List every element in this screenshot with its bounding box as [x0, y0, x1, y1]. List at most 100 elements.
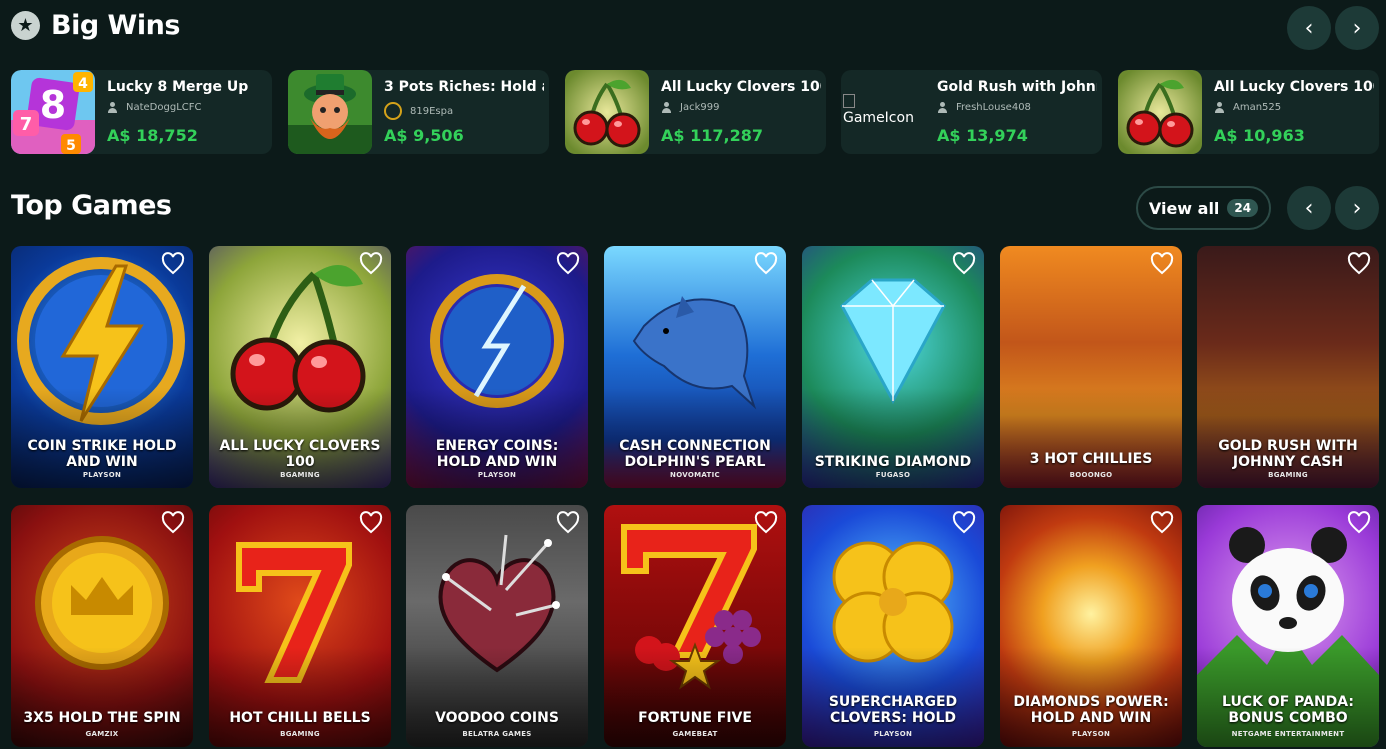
game-thumbnail: 8 7 4 5 [11, 70, 95, 154]
game-tile-energy-coins[interactable]: ENERGY COINS: HOLD AND WIN PLAYSON [406, 246, 588, 488]
heart-outline-icon[interactable] [1150, 252, 1174, 276]
win-username: FreshLouse408 [956, 102, 1031, 113]
big-win-card[interactable]: 3 Pots Riches: Hold an 819Espa A$ 9,506 [288, 70, 549, 154]
win-game-name: Lucky 8 Merge Up [107, 79, 249, 95]
big-win-card[interactable]: All Lucky Clovers 100 Jack999 A$ 117,287 [565, 70, 826, 154]
user-icon [661, 102, 672, 113]
game-thumbnail: GameIcon [841, 70, 925, 154]
user-icon [937, 102, 948, 113]
game-provider: BGAMING [280, 730, 320, 738]
game-thumbnail [1118, 70, 1202, 154]
game-title: SUPERCHARGED CLOVERS: HOLD [828, 694, 958, 726]
game-provider: BGAMING [1268, 471, 1308, 479]
top-games-next-button[interactable]: › [1335, 186, 1379, 230]
svg-text:5: 5 [66, 138, 76, 154]
game-title: STRIKING DIAMOND [814, 454, 972, 470]
win-user: Aman525 [1214, 102, 1281, 113]
view-all-button[interactable]: View all 24 [1136, 186, 1271, 230]
heart-outline-icon[interactable] [1347, 252, 1371, 276]
chevron-right-icon: › [1352, 15, 1362, 41]
game-tile-coin-strike[interactable]: COIN STRIKE HOLD AND WIN PLAYSON [11, 246, 193, 488]
user-icon [1214, 102, 1225, 113]
heart-outline-icon[interactable] [1347, 511, 1371, 535]
game-tile-fortune-five[interactable]: FORTUNE FIVE GAMEBEAT [604, 505, 786, 747]
game-title: ENERGY COINS: HOLD AND WIN [435, 438, 559, 470]
game-provider: GAMZIX [85, 730, 119, 738]
big-win-card[interactable]: GameIcon Gold Rush with Johnn FreshLouse… [841, 70, 1102, 154]
game-provider: BELATRA GAMES [462, 730, 532, 738]
heart-outline-icon[interactable] [952, 511, 976, 535]
game-provider: NOVOMATIC [670, 471, 720, 479]
heart-outline-icon[interactable] [754, 252, 778, 276]
user-icon [107, 102, 118, 113]
heart-outline-icon[interactable] [161, 511, 185, 535]
game-provider: BGAMING [280, 471, 320, 479]
game-provider: NETGAME ENTERTAINMENT [1231, 730, 1345, 738]
game-tile-cash-connection-dolphin[interactable]: CASH CONNECTION DOLPHIN'S PEARL NOVOMATI… [604, 246, 786, 488]
top-games-header: Top Games [11, 190, 172, 221]
game-provider: FUGASO [875, 471, 911, 479]
win-game-name: All Lucky Clovers 100 [1214, 79, 1374, 95]
game-tile-hot-chilli-bells[interactable]: HOT CHILLI BELLS BGAMING [209, 505, 391, 747]
big-win-card[interactable]: 8 7 4 5 Lucky 8 Merge Up NateDoggLCFC A$… [11, 70, 272, 154]
top-games-prev-button[interactable]: ‹ [1287, 186, 1331, 230]
heart-outline-icon[interactable] [359, 511, 383, 535]
game-title: GOLD RUSH WITH JOHNNY CASH [1218, 438, 1358, 470]
heart-outline-icon[interactable] [1150, 511, 1174, 535]
game-tile-voodoo-coins[interactable]: VOODOO COINS BELATRA GAMES [406, 505, 588, 747]
game-tile-3x5-hold-the-spin[interactable]: 3X5 HOLD THE SPIN GAMZIX [11, 505, 193, 747]
game-provider: PLAYSON [82, 471, 122, 479]
heart-outline-icon[interactable] [556, 252, 580, 276]
game-title: 3X5 HOLD THE SPIN [23, 710, 181, 726]
win-user: 819Espa [384, 102, 453, 120]
broken-image-icon: GameIcon [841, 94, 925, 126]
game-tile-luck-of-panda[interactable]: LUCK OF PANDA: BONUS COMBO NETGAME ENTER… [1197, 505, 1379, 747]
game-tile-gold-rush-johnny-cash[interactable]: GOLD RUSH WITH JOHNNY CASH BGAMING [1197, 246, 1379, 488]
win-username: Jack999 [680, 102, 720, 113]
win-amount: A$ 18,752 [107, 126, 198, 145]
heart-outline-icon[interactable] [754, 511, 778, 535]
win-game-name: Gold Rush with Johnn [937, 79, 1097, 95]
heart-outline-icon[interactable] [359, 252, 383, 276]
game-title: DIAMONDS POWER: HOLD AND WIN [1013, 694, 1169, 726]
win-username: Aman525 [1233, 102, 1282, 113]
svg-text:8: 8 [40, 83, 66, 127]
win-amount: A$ 9,506 [384, 126, 464, 145]
game-tile-diamonds-power[interactable]: DIAMONDS POWER: HOLD AND WIN PLAYSON [1000, 505, 1182, 747]
games-count-badge: 24 [1227, 199, 1259, 217]
game-provider: GAMEBEAT [672, 730, 718, 738]
heart-outline-icon[interactable] [952, 252, 976, 276]
heart-outline-icon[interactable] [161, 252, 185, 276]
view-all-label: View all [1148, 198, 1220, 218]
game-title: LUCK OF PANDA: BONUS COMBO [1222, 694, 1354, 726]
big-wins-prev-button[interactable]: ‹ [1287, 6, 1331, 50]
game-tile-all-lucky-clovers[interactable]: ALL LUCKY CLOVERS 100 BGAMING [209, 246, 391, 488]
star-icon: ★ [11, 11, 40, 40]
heart-outline-icon[interactable] [556, 511, 580, 535]
game-provider: PLAYSON [873, 730, 913, 738]
game-tile-supercharged-clovers[interactable]: SUPERCHARGED CLOVERS: HOLD PLAYSON [802, 505, 984, 747]
game-tile-3-hot-chillies[interactable]: 3 HOT CHILLIES BOOONGO [1000, 246, 1182, 488]
chevron-left-icon: ‹ [1304, 15, 1314, 41]
game-title: 3 HOT CHILLIES [1029, 451, 1153, 467]
win-user: Jack999 [661, 102, 719, 113]
user-avatar-icon [384, 102, 402, 120]
big-win-card[interactable]: All Lucky Clovers 100 Aman525 A$ 10,963 [1118, 70, 1379, 154]
big-wins-next-button[interactable]: › [1335, 6, 1379, 50]
svg-text:7: 7 [20, 114, 33, 135]
win-amount: A$ 13,974 [937, 126, 1028, 145]
game-thumbnail [288, 70, 372, 154]
win-user: NateDoggLCFC [107, 102, 201, 113]
win-game-name: 3 Pots Riches: Hold an [384, 79, 544, 95]
chevron-right-icon: › [1352, 195, 1362, 221]
win-user: FreshLouse408 [937, 102, 1031, 113]
game-thumbnail [565, 70, 649, 154]
big-wins-header: ★ Big Wins [11, 10, 180, 41]
win-amount: A$ 10,963 [1214, 126, 1305, 145]
game-tile-striking-diamond[interactable]: STRIKING DIAMOND FUGASO [802, 246, 984, 488]
game-title: CASH CONNECTION DOLPHIN'S PEARL [619, 438, 771, 470]
win-game-name: All Lucky Clovers 100 [661, 79, 821, 95]
big-wins-title: Big Wins [51, 10, 180, 41]
game-title: HOT CHILLI BELLS [229, 710, 371, 726]
win-username: NateDoggLCFC [126, 102, 202, 113]
